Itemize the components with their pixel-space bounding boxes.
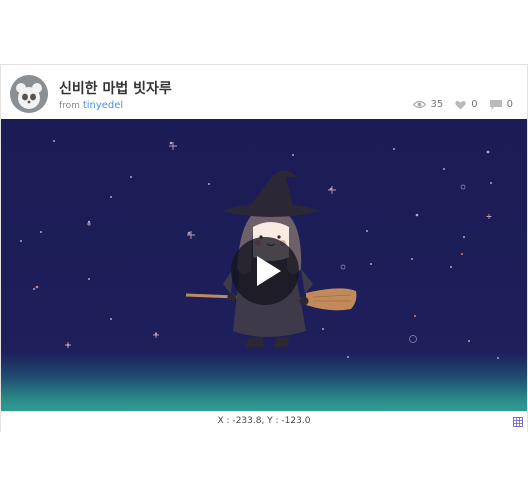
likes-count: 0 xyxy=(471,99,478,110)
play-button[interactable] xyxy=(231,237,299,305)
views-count: 35 xyxy=(430,99,444,110)
eye-icon xyxy=(412,100,426,109)
author-link[interactable]: tinyedel xyxy=(83,100,123,111)
comments-count: 0 xyxy=(506,99,513,110)
project-header: 신비한 마법 빗자루 from tinyedel 35 0 0 xyxy=(1,65,527,119)
heart-icon[interactable] xyxy=(455,100,466,110)
author-line: from tinyedel xyxy=(59,100,123,111)
likes-stat[interactable]: 0 xyxy=(455,99,478,110)
views-stat: 35 xyxy=(412,99,444,110)
grid-icon[interactable] xyxy=(513,417,523,427)
project-title: 신비한 마법 빗자루 xyxy=(59,81,172,97)
stage-canvas[interactable] xyxy=(1,119,527,411)
play-icon xyxy=(257,256,281,286)
avatar[interactable] xyxy=(10,75,48,113)
mouse-coordinates: X : -233.8, Y : -123.0 xyxy=(217,416,311,426)
from-label: from xyxy=(59,101,80,111)
comment-icon[interactable] xyxy=(489,99,502,110)
project-card: 신비한 마법 빗자루 from tinyedel 35 0 0 X: -233… xyxy=(0,64,528,432)
project-stats: 35 0 0 xyxy=(401,99,513,110)
comments-stat[interactable]: 0 xyxy=(489,99,513,110)
stage-footer: X : -233.8, Y : -123.0 xyxy=(1,411,527,432)
